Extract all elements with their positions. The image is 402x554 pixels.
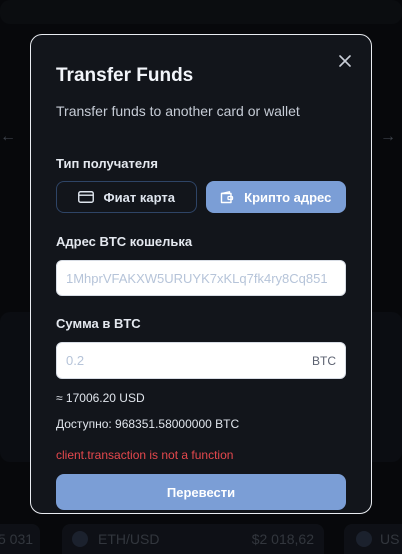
crypto-address-label: Крипто адрес bbox=[244, 189, 332, 205]
btc-amount-input[interactable]: 0.2 BTC bbox=[56, 342, 346, 379]
amount-label: Сумма в BTC bbox=[56, 316, 141, 331]
usd-equivalent: ≈ 17006.20 USD bbox=[56, 391, 145, 405]
transfer-submit-button[interactable]: Перевести bbox=[56, 474, 346, 510]
recipient-type-toggle: Фиат карта Крипто адрес bbox=[56, 181, 346, 213]
btc-amount-placeholder: 0.2 bbox=[66, 353, 85, 368]
close-icon bbox=[339, 55, 351, 67]
recipient-type-label: Тип получателя bbox=[56, 156, 158, 171]
modal-title: Transfer Funds bbox=[56, 65, 194, 86]
fiat-card-label: Фиат карта bbox=[103, 189, 175, 205]
credit-card-icon bbox=[77, 191, 94, 203]
address-label: Адрес BTC кошелька bbox=[56, 234, 193, 249]
wallet-icon bbox=[220, 190, 234, 203]
fiat-card-button[interactable]: Фиат карта bbox=[56, 181, 197, 213]
amount-unit: BTC bbox=[312, 353, 336, 368]
close-button[interactable] bbox=[335, 51, 355, 71]
modal-subtitle: Transfer funds to another card or wallet bbox=[56, 103, 300, 119]
crypto-address-button[interactable]: Крипто адрес bbox=[205, 181, 346, 213]
available-balance: Доступно: 968351.58000000 BTC bbox=[56, 417, 240, 431]
btc-address-input[interactable]: 1MhprVFAKXW5URUYK7xKLq7fk4ry8Cq851 bbox=[56, 260, 346, 296]
transfer-modal: Transfer Funds Transfer funds to another… bbox=[30, 34, 372, 514]
error-message: client.transaction is not a function bbox=[56, 448, 234, 462]
btc-address-placeholder: 1MhprVFAKXW5URUYK7xKLq7fk4ry8Cq851 bbox=[66, 270, 328, 286]
